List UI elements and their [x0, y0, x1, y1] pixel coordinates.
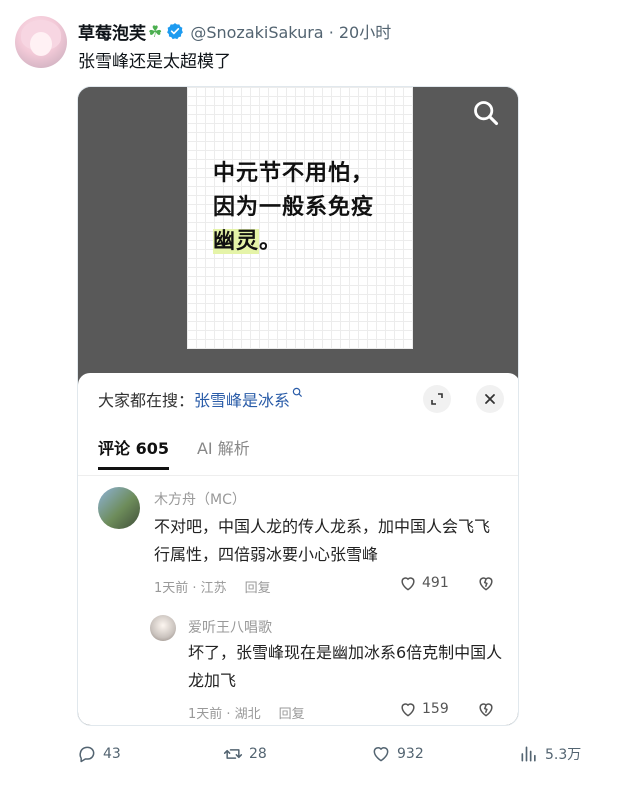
comment-avatar — [98, 487, 140, 529]
trending-search-prefix: 大家都在搜： — [98, 391, 195, 410]
poster-card: 中元节不用怕， 因为一般系免疫 幽灵。 — [187, 87, 413, 349]
avatar-face — [30, 32, 52, 56]
heart-icon — [401, 703, 415, 717]
trending-search: 大家都在搜：张雪峰是冰系 — [98, 387, 303, 411]
tab-comments: 评论 605 — [98, 435, 169, 470]
retweet-icon — [223, 749, 243, 759]
poster-line-3-tail: 。 — [259, 229, 283, 254]
verified-badge-icon — [167, 23, 184, 40]
like-count: 491 — [422, 575, 449, 591]
reply-time-location: 1天前 · 湖北 — [188, 707, 261, 722]
comment-text: 不对吧，中国人龙的传人龙系，加中国人会飞飞行属性，四倍弱冰要小心张雪峰 — [154, 517, 491, 564]
comment-tabs: 评论 605 AI 解析 — [98, 435, 250, 470]
tweet-header: 草莓泡芙 ☘ @SnozakiSakura · 20小时 — [78, 19, 391, 44]
reply-like: 159 — [398, 699, 449, 719]
reply-label: 回复 — [244, 581, 271, 596]
retweet-button[interactable]: 28 — [223, 744, 267, 764]
trending-search-keyword: 张雪峰是冰系 — [194, 391, 291, 410]
reply-reply-label: 回复 — [278, 707, 305, 722]
close-icon — [485, 394, 495, 404]
reply-icon — [79, 746, 95, 763]
comment-meta: 1天前 · 江苏 回复 — [154, 577, 271, 596]
search-icon — [474, 101, 499, 126]
expand-button — [423, 385, 451, 413]
comment-author: 木方舟（MC） — [154, 492, 246, 508]
reply-avatar — [150, 615, 176, 641]
clover-icon: ☘ — [148, 21, 163, 41]
reply-like-count: 159 — [422, 701, 449, 717]
comment-like: 491 — [398, 573, 449, 593]
broken-heart-icon — [479, 577, 493, 591]
like-icon — [373, 747, 389, 762]
tab-ai-analysis: AI 解析 — [196, 439, 250, 458]
retweet-count: 28 — [249, 746, 267, 762]
comment-time-location: 1天前 · 江苏 — [154, 581, 227, 596]
like-count-total: 932 — [397, 746, 424, 762]
views-icon — [521, 746, 536, 762]
poster-line-3: 幽灵。 — [213, 223, 282, 255]
author-avatar[interactable] — [15, 16, 67, 68]
tweet-text: 张雪峰还是太超模了 — [78, 52, 231, 72]
views-button[interactable]: 5.3万 — [519, 744, 581, 764]
close-button — [476, 385, 504, 413]
tabs-divider — [78, 475, 518, 476]
author-handle-and-time[interactable]: @SnozakiSakura · 20小时 — [190, 19, 391, 43]
search-small-icon — [292, 387, 303, 398]
reply-button[interactable]: 43 — [77, 744, 121, 764]
reply-text: 坏了，张雪峰现在是幽加冰系6倍克制中国人龙加飞 — [188, 643, 503, 690]
heart-icon — [401, 577, 415, 591]
reply-author: 爱听王八唱歌 — [188, 620, 272, 636]
reply-meta: 1天前 · 湖北 回复 — [188, 703, 305, 722]
expand-icon — [431, 393, 443, 405]
poster-highlight: 幽灵 — [213, 229, 260, 254]
views-count: 5.3万 — [545, 747, 582, 763]
broken-heart-icon — [479, 703, 493, 717]
reply-count: 43 — [103, 746, 121, 762]
author-name[interactable]: 草莓泡芙 — [78, 19, 146, 44]
tweet-media-image[interactable]: 中元节不用怕， 因为一般系免疫 幽灵。 大家都在搜：张雪峰是冰系 评论 605 … — [77, 86, 519, 726]
like-button[interactable]: 932 — [371, 744, 424, 764]
media-video-area: 中元节不用怕， 因为一般系免疫 幽灵。 — [78, 87, 518, 375]
tweet-action-bar: 43 28 932 5.3万 — [77, 744, 597, 766]
poster-line-1: 中元节不用怕， — [213, 161, 375, 186]
poster-line-2: 因为一般系免疫 — [213, 195, 375, 220]
comment-sheet: 大家都在搜：张雪峰是冰系 评论 605 AI 解析 木方舟（MC） 不对吧，中国… — [78, 373, 518, 725]
